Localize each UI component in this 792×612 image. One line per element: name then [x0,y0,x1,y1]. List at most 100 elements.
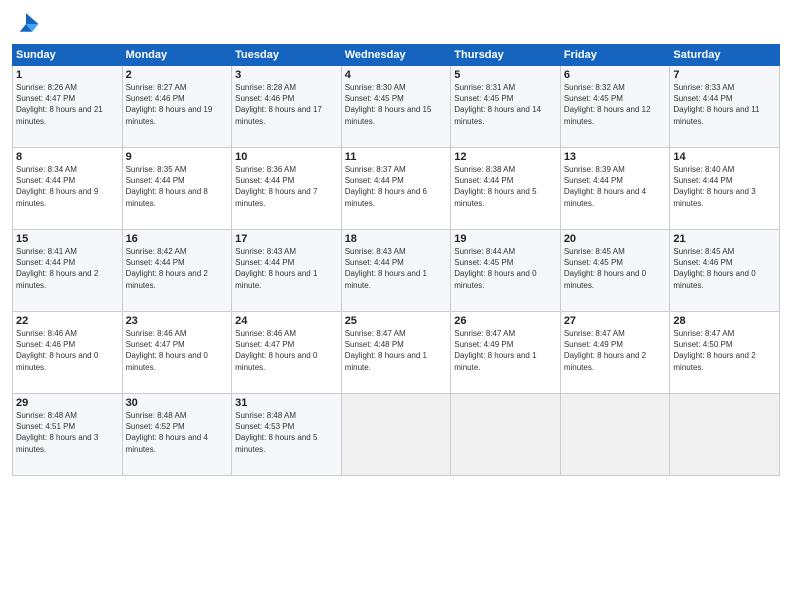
calendar-cell: 12Sunrise: 8:38 AMSunset: 4:44 PMDayligh… [451,148,561,230]
cell-content: Sunrise: 8:47 AMSunset: 4:50 PMDaylight:… [673,328,776,373]
cell-content: Sunrise: 8:33 AMSunset: 4:44 PMDaylight:… [673,82,776,127]
cell-content: Sunrise: 8:32 AMSunset: 4:45 PMDaylight:… [564,82,667,127]
column-header-monday: Monday [122,45,232,66]
calendar-cell: 5Sunrise: 8:31 AMSunset: 4:45 PMDaylight… [451,66,561,148]
cell-content: Sunrise: 8:48 AMSunset: 4:53 PMDaylight:… [235,410,338,455]
calendar-cell: 8Sunrise: 8:34 AMSunset: 4:44 PMDaylight… [13,148,123,230]
day-number: 2 [126,69,229,81]
header [12,10,780,38]
calendar-cell: 9Sunrise: 8:35 AMSunset: 4:44 PMDaylight… [122,148,232,230]
cell-content: Sunrise: 8:46 AMSunset: 4:46 PMDaylight:… [16,328,119,373]
cell-content: Sunrise: 8:26 AMSunset: 4:47 PMDaylight:… [16,82,119,127]
day-number: 12 [454,151,557,163]
cell-content: Sunrise: 8:30 AMSunset: 4:45 PMDaylight:… [345,82,448,127]
day-number: 21 [673,233,776,245]
cell-content: Sunrise: 8:34 AMSunset: 4:44 PMDaylight:… [16,164,119,209]
calendar-cell: 2Sunrise: 8:27 AMSunset: 4:46 PMDaylight… [122,66,232,148]
day-number: 17 [235,233,338,245]
day-number: 25 [345,315,448,327]
cell-content: Sunrise: 8:47 AMSunset: 4:49 PMDaylight:… [454,328,557,373]
column-header-thursday: Thursday [451,45,561,66]
day-number: 26 [454,315,557,327]
day-number: 31 [235,397,338,409]
calendar-cell: 17Sunrise: 8:43 AMSunset: 4:44 PMDayligh… [232,230,342,312]
day-number: 22 [16,315,119,327]
column-header-wednesday: Wednesday [341,45,451,66]
calendar-cell: 16Sunrise: 8:42 AMSunset: 4:44 PMDayligh… [122,230,232,312]
cell-content: Sunrise: 8:45 AMSunset: 4:46 PMDaylight:… [673,246,776,291]
cell-content: Sunrise: 8:27 AMSunset: 4:46 PMDaylight:… [126,82,229,127]
day-number: 29 [16,397,119,409]
cell-content: Sunrise: 8:47 AMSunset: 4:48 PMDaylight:… [345,328,448,373]
day-number: 7 [673,69,776,81]
logo-icon [12,10,40,38]
day-number: 9 [126,151,229,163]
day-number: 5 [454,69,557,81]
cell-content: Sunrise: 8:42 AMSunset: 4:44 PMDaylight:… [126,246,229,291]
calendar-cell: 11Sunrise: 8:37 AMSunset: 4:44 PMDayligh… [341,148,451,230]
calendar-cell: 24Sunrise: 8:46 AMSunset: 4:47 PMDayligh… [232,312,342,394]
cell-content: Sunrise: 8:31 AMSunset: 4:45 PMDaylight:… [454,82,557,127]
calendar-cell: 21Sunrise: 8:45 AMSunset: 4:46 PMDayligh… [670,230,780,312]
cell-content: Sunrise: 8:45 AMSunset: 4:45 PMDaylight:… [564,246,667,291]
calendar-cell: 15Sunrise: 8:41 AMSunset: 4:44 PMDayligh… [13,230,123,312]
cell-content: Sunrise: 8:48 AMSunset: 4:51 PMDaylight:… [16,410,119,455]
calendar-cell [451,394,561,476]
calendar-cell: 22Sunrise: 8:46 AMSunset: 4:46 PMDayligh… [13,312,123,394]
logo [12,10,44,38]
day-number: 18 [345,233,448,245]
calendar-week-row: 29Sunrise: 8:48 AMSunset: 4:51 PMDayligh… [13,394,780,476]
day-number: 20 [564,233,667,245]
day-number: 10 [235,151,338,163]
cell-content: Sunrise: 8:36 AMSunset: 4:44 PMDaylight:… [235,164,338,209]
calendar-cell [670,394,780,476]
cell-content: Sunrise: 8:41 AMSunset: 4:44 PMDaylight:… [16,246,119,291]
cell-content: Sunrise: 8:39 AMSunset: 4:44 PMDaylight:… [564,164,667,209]
day-number: 30 [126,397,229,409]
calendar-table: SundayMondayTuesdayWednesdayThursdayFrid… [12,44,780,476]
cell-content: Sunrise: 8:43 AMSunset: 4:44 PMDaylight:… [345,246,448,291]
day-number: 8 [16,151,119,163]
cell-content: Sunrise: 8:28 AMSunset: 4:46 PMDaylight:… [235,82,338,127]
calendar-cell: 1Sunrise: 8:26 AMSunset: 4:47 PMDaylight… [13,66,123,148]
calendar-cell: 29Sunrise: 8:48 AMSunset: 4:51 PMDayligh… [13,394,123,476]
calendar-cell: 25Sunrise: 8:47 AMSunset: 4:48 PMDayligh… [341,312,451,394]
calendar-cell: 7Sunrise: 8:33 AMSunset: 4:44 PMDaylight… [670,66,780,148]
cell-content: Sunrise: 8:37 AMSunset: 4:44 PMDaylight:… [345,164,448,209]
calendar-cell: 13Sunrise: 8:39 AMSunset: 4:44 PMDayligh… [560,148,670,230]
day-number: 1 [16,69,119,81]
calendar-cell: 20Sunrise: 8:45 AMSunset: 4:45 PMDayligh… [560,230,670,312]
calendar-cell: 19Sunrise: 8:44 AMSunset: 4:45 PMDayligh… [451,230,561,312]
calendar-cell: 26Sunrise: 8:47 AMSunset: 4:49 PMDayligh… [451,312,561,394]
day-number: 3 [235,69,338,81]
calendar-week-row: 8Sunrise: 8:34 AMSunset: 4:44 PMDaylight… [13,148,780,230]
day-number: 6 [564,69,667,81]
day-number: 13 [564,151,667,163]
column-header-sunday: Sunday [13,45,123,66]
cell-content: Sunrise: 8:40 AMSunset: 4:44 PMDaylight:… [673,164,776,209]
calendar-cell: 28Sunrise: 8:47 AMSunset: 4:50 PMDayligh… [670,312,780,394]
calendar-cell: 10Sunrise: 8:36 AMSunset: 4:44 PMDayligh… [232,148,342,230]
cell-content: Sunrise: 8:43 AMSunset: 4:44 PMDaylight:… [235,246,338,291]
calendar-cell: 27Sunrise: 8:47 AMSunset: 4:49 PMDayligh… [560,312,670,394]
calendar-cell: 30Sunrise: 8:48 AMSunset: 4:52 PMDayligh… [122,394,232,476]
calendar-cell: 4Sunrise: 8:30 AMSunset: 4:45 PMDaylight… [341,66,451,148]
cell-content: Sunrise: 8:38 AMSunset: 4:44 PMDaylight:… [454,164,557,209]
column-header-friday: Friday [560,45,670,66]
calendar-cell: 14Sunrise: 8:40 AMSunset: 4:44 PMDayligh… [670,148,780,230]
calendar-cell: 31Sunrise: 8:48 AMSunset: 4:53 PMDayligh… [232,394,342,476]
calendar-cell: 18Sunrise: 8:43 AMSunset: 4:44 PMDayligh… [341,230,451,312]
day-number: 23 [126,315,229,327]
calendar-cell [341,394,451,476]
calendar-cell [560,394,670,476]
cell-content: Sunrise: 8:47 AMSunset: 4:49 PMDaylight:… [564,328,667,373]
day-number: 28 [673,315,776,327]
calendar-week-row: 1Sunrise: 8:26 AMSunset: 4:47 PMDaylight… [13,66,780,148]
calendar-cell: 6Sunrise: 8:32 AMSunset: 4:45 PMDaylight… [560,66,670,148]
day-number: 24 [235,315,338,327]
day-number: 11 [345,151,448,163]
cell-content: Sunrise: 8:46 AMSunset: 4:47 PMDaylight:… [235,328,338,373]
calendar-week-row: 15Sunrise: 8:41 AMSunset: 4:44 PMDayligh… [13,230,780,312]
calendar-cell: 3Sunrise: 8:28 AMSunset: 4:46 PMDaylight… [232,66,342,148]
day-number: 14 [673,151,776,163]
